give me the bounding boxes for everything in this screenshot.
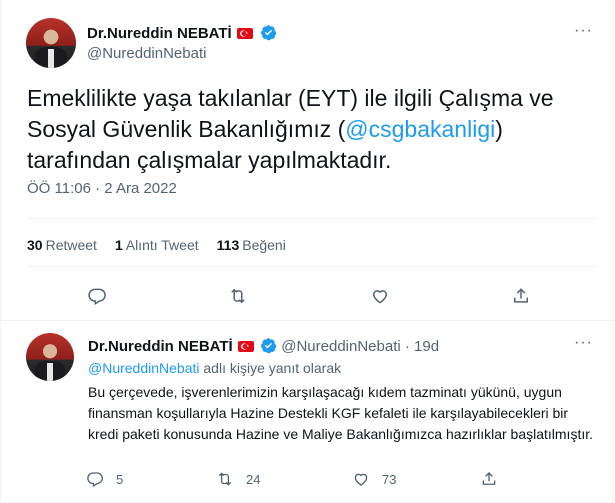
author-handle[interactable]: @NureddinNebati [87, 45, 206, 62]
like-stat-label: Beğeni [242, 237, 286, 253]
retweet-arrows-icon [231, 288, 245, 304]
mention-link[interactable]: @csgbakanligi [345, 116, 495, 142]
reply-button[interactable] [85, 284, 109, 308]
retweet-stat[interactable]: 30 Retweet [27, 237, 97, 253]
replying-to: @NureddinNebati adlı kişiye yanıt olarak [88, 360, 341, 376]
tweet-timestamp[interactable]: ÖÖ 11:06 · 2 Ara 2022 [27, 180, 177, 197]
reply-header: Dr.Nureddin NEBATİ @NureddinNebati · 19d [88, 337, 439, 358]
retweet-button[interactable] [226, 284, 250, 308]
retweet-count: 24 [246, 471, 261, 487]
reply-author-handle[interactable]: @NureddinNebati [281, 338, 400, 355]
share-button[interactable] [509, 284, 533, 308]
author-name[interactable]: Dr.Nureddin NEBATİ [87, 25, 232, 42]
verified-badge-icon [260, 24, 277, 46]
reply-reply-button[interactable]: 5 [86, 470, 123, 488]
like-count: 73 [382, 471, 397, 487]
retweet-arrows-icon [218, 472, 232, 486]
quote-stat-label: Alıntı Tweet [125, 237, 199, 253]
reply-age[interactable]: · 19d [405, 338, 439, 355]
divider [27, 266, 598, 267]
share-upload-icon [514, 288, 528, 303]
retweet-stat-label: Retweet [45, 237, 97, 253]
divider [0, 320, 615, 321]
reply-text: Bu çerçevede, işverenlerimizin karşılaşa… [88, 384, 594, 442]
replying-to-suffix: adlı kişiye yanıt olarak [199, 360, 342, 376]
turkey-flag-icon [237, 341, 254, 352]
heart-icon [372, 290, 388, 304]
quote-stat[interactable]: 1 Alıntı Tweet [115, 237, 199, 253]
like-stat[interactable]: 113 Beğeni [217, 237, 286, 253]
author-avatar[interactable] [26, 18, 76, 68]
like-button[interactable] [368, 284, 392, 308]
quote-count: 1 [114, 237, 123, 253]
reply-author-avatar[interactable] [26, 333, 74, 381]
reply-author-name[interactable]: Dr.Nureddin NEBATİ [88, 338, 233, 355]
tweet-text: Emeklilikte yaşa takılanlar (EYT) ile il… [27, 83, 587, 176]
like-count: 113 [216, 237, 240, 253]
share-upload-icon [482, 472, 496, 485]
more-dots-icon[interactable]: ··· [574, 334, 593, 352]
reply-retweet-button[interactable]: 24 [216, 470, 260, 488]
replying-to-mention[interactable]: @NureddinNebati [88, 360, 200, 376]
reply-like-button[interactable]: 73 [352, 470, 396, 488]
engagement-stats: 30 Retweet 1 Alıntı Tweet 113 Beğeni [27, 237, 286, 253]
reply-share-button[interactable] [480, 470, 498, 488]
reply-count: 5 [116, 471, 124, 487]
retweet-count: 30 [27, 237, 43, 253]
turkey-flag-icon [237, 28, 254, 39]
divider [27, 218, 598, 219]
reply-bubble-icon [87, 472, 103, 488]
more-dots-icon[interactable]: ··· [574, 22, 593, 40]
verified-badge-icon [260, 337, 277, 358]
author-name-row[interactable]: Dr.Nureddin NEBATİ [87, 24, 277, 46]
heart-icon [354, 473, 368, 486]
reply-bubble-icon [88, 288, 106, 306]
